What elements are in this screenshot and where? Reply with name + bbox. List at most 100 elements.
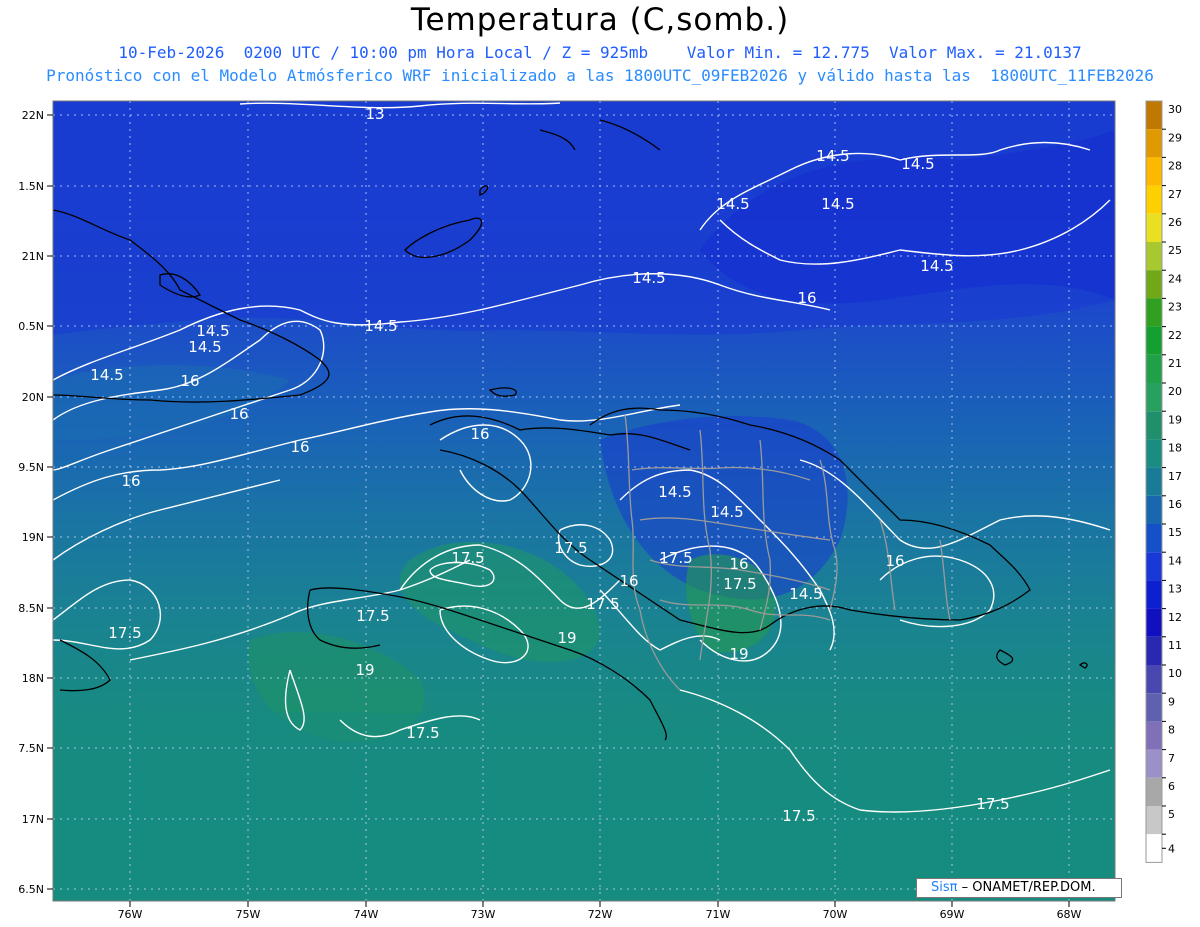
contour-label: 16 — [290, 438, 309, 456]
colorbar-label: 19 — [1168, 413, 1182, 426]
contour-label: 17.5 — [659, 549, 692, 567]
colorbar-label: 7 — [1168, 752, 1175, 765]
colorbar-label: 26 — [1168, 216, 1182, 229]
contour-label: 14.5 — [364, 317, 397, 335]
colorbar-swatch — [1146, 608, 1162, 637]
contour-label: 16 — [470, 425, 489, 443]
lon-tick-label: 76W — [118, 908, 143, 921]
contour-label: 19 — [729, 645, 748, 663]
contour-label: 14.5 — [920, 257, 953, 275]
lat-tick-label: 21N — [22, 250, 44, 263]
lat-tick-label: 7.5N — [18, 742, 44, 755]
contour-label: 14.5 — [716, 195, 749, 213]
contour-label: 17.5 — [356, 607, 389, 625]
lat-tick-label: 19N — [22, 531, 44, 544]
colorbar-swatch — [1146, 552, 1162, 581]
contour-label: 14.5 — [901, 155, 934, 173]
colorbar-swatch — [1146, 185, 1162, 214]
colorbar-label: 10 — [1168, 667, 1182, 680]
latitude-axis: 22N 1.5N 21N 0.5N 20N 9.5N 19N 8.5N 18N 7.5N 17N 6.… — [18, 109, 53, 896]
colorbar-label: 21 — [1168, 357, 1182, 370]
contour-label: 17.5 — [554, 539, 587, 557]
lon-tick-label: 69W — [940, 908, 965, 921]
lat-tick-label: 1.5N — [18, 180, 44, 193]
lon-tick-label: 74W — [354, 908, 379, 921]
contour-label: 13 — [365, 105, 384, 123]
lon-tick-label: 72W — [588, 908, 613, 921]
contour-label: 16 — [797, 289, 816, 307]
colorbar-swatch — [1146, 834, 1162, 863]
colorbar-swatch — [1146, 721, 1162, 750]
colorbar-label: 17 — [1168, 470, 1182, 483]
lon-tick-label: 70W — [823, 908, 848, 921]
colorbar-label: 15 — [1168, 526, 1182, 539]
contour-label: 16 — [180, 372, 199, 390]
contour-label: 14.5 — [632, 269, 665, 287]
lat-tick-label: 18N — [22, 672, 44, 685]
colorbar-swatch — [1146, 129, 1162, 158]
lon-tick-label: 75W — [236, 908, 261, 921]
colorbar-label: 28 — [1168, 160, 1182, 173]
longitude-axis: 76W 75W 74W 73W 72W 71W 70W 69W 68W — [118, 901, 1082, 921]
contour-label: 17.5 — [451, 549, 484, 567]
contour-label: 16 — [121, 472, 140, 490]
contour-label: 16 — [885, 552, 904, 570]
colorbar-swatch — [1146, 777, 1162, 806]
colorbar-swatch — [1146, 749, 1162, 778]
colorbar-label: 6 — [1168, 780, 1175, 793]
colorbar-label: 5 — [1168, 808, 1175, 821]
contour-label: 14.5 — [658, 483, 691, 501]
colorbar-swatch — [1146, 157, 1162, 186]
colorbar-label: 30 — [1168, 103, 1182, 116]
lat-tick-label: 20N — [22, 391, 44, 404]
colorbar-swatch — [1146, 665, 1162, 694]
contour-label: 14.5 — [188, 338, 221, 356]
colorbar-swatch — [1146, 495, 1162, 524]
colorbar-swatch — [1146, 101, 1162, 130]
contour-label: 16 — [619, 572, 638, 590]
colorbar-swatch — [1146, 439, 1162, 468]
colorbar-swatch — [1146, 354, 1162, 383]
contour-label: 16 — [229, 405, 248, 423]
credit-text: – ONAMET/REP.DOM. — [957, 880, 1096, 895]
colorbar-label: 4 — [1168, 842, 1175, 855]
colorbar-swatch — [1146, 580, 1162, 609]
colorbar-label: 13 — [1168, 583, 1182, 596]
colorbar-swatch — [1146, 242, 1162, 271]
credit-brand: Sisπ — [931, 880, 958, 895]
colorbar-swatch — [1146, 326, 1162, 355]
colorbar-label: 22 — [1168, 329, 1182, 342]
lon-tick-label: 71W — [706, 908, 731, 921]
lat-tick-label: 9.5N — [18, 461, 44, 474]
lon-tick-label: 73W — [471, 908, 496, 921]
colorbar-swatch — [1146, 524, 1162, 553]
colorbar-label: 27 — [1168, 188, 1182, 201]
lon-tick-label: 68W — [1057, 908, 1082, 921]
contour-label: 14.5 — [816, 147, 849, 165]
temperature-colorbar: 30 29 28 27 26 25 24 23 22 21 20 19 18 17 16 15 14 13 12 11… — [1145, 100, 1182, 863]
colorbar-swatch — [1146, 467, 1162, 496]
colorbar-label: 16 — [1168, 498, 1182, 511]
contour-label: 19 — [355, 661, 374, 679]
contour-label: 19 — [557, 629, 576, 647]
colorbar-label: 23 — [1168, 301, 1182, 314]
contour-label: 17.5 — [782, 807, 815, 825]
contour-label: 17.5 — [108, 624, 141, 642]
colorbar-label: 29 — [1168, 131, 1182, 144]
colorbar-swatch — [1146, 411, 1162, 440]
lat-tick-label: 0.5N — [18, 320, 44, 333]
colorbar-swatch — [1146, 636, 1162, 665]
lat-tick-label: 17N — [22, 813, 44, 826]
contour-label: 17.5 — [586, 595, 619, 613]
colorbar-label: 12 — [1168, 611, 1182, 624]
contour-label: 14.5 — [90, 366, 123, 384]
contour-label: 14.5 — [789, 585, 822, 603]
contour-label: 14.5 — [710, 503, 743, 521]
contour-label: 17.5 — [723, 575, 756, 593]
colorbar-swatch — [1146, 270, 1162, 299]
colorbar-label: 9 — [1168, 695, 1175, 708]
contour-label: 17.5 — [406, 724, 439, 742]
colorbar-label: 24 — [1168, 272, 1182, 285]
lat-tick-label: 8.5N — [18, 602, 44, 615]
lat-tick-label: 6.5N — [18, 883, 44, 896]
